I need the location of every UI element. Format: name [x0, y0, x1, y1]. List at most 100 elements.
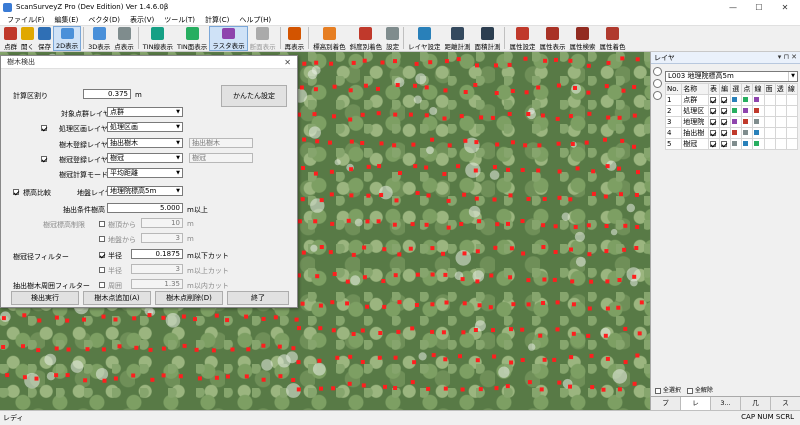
menu-view[interactable]: 表示(V) — [125, 15, 159, 25]
tree-marker[interactable] — [36, 348, 41, 353]
tree-marker[interactable] — [475, 358, 480, 363]
tree-marker[interactable] — [193, 317, 197, 322]
crown-calc-select[interactable]: 平均距離 ▼ — [107, 168, 183, 178]
toolbar-button-6[interactable]: TIN線表示 — [141, 26, 175, 51]
tree-marker[interactable] — [509, 327, 513, 332]
tree-marker[interactable] — [161, 315, 166, 320]
tree-marker[interactable] — [22, 375, 27, 380]
tree-marker[interactable] — [606, 115, 611, 120]
tree-marker[interactable] — [587, 111, 592, 116]
tree-marker[interactable] — [362, 58, 367, 63]
tree-marker[interactable] — [315, 139, 320, 144]
tree-marker[interactable] — [360, 112, 365, 117]
tree-marker[interactable] — [351, 60, 356, 65]
tree-marker[interactable] — [510, 140, 515, 145]
menu-edit[interactable]: 編集(E) — [50, 15, 84, 25]
tree-marker[interactable] — [605, 279, 610, 284]
tree-marker[interactable] — [536, 85, 541, 90]
tree-marker[interactable] — [475, 279, 480, 284]
toolbar-button-19[interactable]: 属性検索 — [567, 26, 597, 51]
layer-flag-cell[interactable] — [763, 127, 776, 139]
layer-flag-checkbox[interactable] — [709, 119, 716, 125]
tree-marker[interactable] — [408, 246, 413, 251]
tree-marker[interactable] — [65, 318, 70, 323]
layer-flag-checkbox[interactable] — [721, 108, 728, 114]
tree-marker[interactable] — [424, 165, 429, 170]
tree-marker[interactable] — [395, 83, 400, 87]
tree-marker[interactable] — [415, 191, 420, 195]
tree-marker[interactable] — [312, 112, 317, 117]
tree-marker[interactable] — [493, 245, 498, 250]
tree-marker[interactable] — [587, 252, 592, 257]
tree-marker[interactable] — [1, 316, 6, 321]
tree-marker[interactable] — [101, 314, 106, 319]
process-area-select[interactable]: 処理区画 ▼ — [107, 122, 183, 132]
tree-marker[interactable] — [479, 115, 484, 120]
tree-marker[interactable] — [345, 301, 350, 306]
toolbar-button-12[interactable]: 斜度別着色 — [348, 26, 385, 51]
close-button[interactable]: ✕ — [772, 0, 798, 14]
tab-4[interactable]: 几 — [741, 397, 771, 410]
tree-marker[interactable] — [294, 317, 299, 322]
tree-marker[interactable] — [575, 166, 580, 171]
tree-marker[interactable] — [319, 198, 324, 203]
tree-marker[interactable] — [161, 373, 166, 378]
tree-marker[interactable] — [584, 140, 589, 145]
tree-marker[interactable] — [526, 278, 531, 283]
tree-marker[interactable] — [552, 357, 557, 362]
tree-marker[interactable] — [459, 114, 464, 119]
tree-marker[interactable] — [211, 348, 216, 353]
layer-flag-cell[interactable] — [707, 94, 721, 106]
tree-marker[interactable] — [383, 384, 387, 389]
tree-marker[interactable] — [424, 85, 429, 90]
tree-marker[interactable] — [446, 225, 451, 230]
tree-marker[interactable] — [488, 305, 493, 310]
tree-marker[interactable] — [297, 219, 302, 224]
toolbar-button-4[interactable]: 3D表示 — [86, 26, 112, 51]
tree-marker[interactable] — [589, 279, 594, 284]
tree-marker[interactable] — [101, 347, 106, 352]
tree-marker[interactable] — [411, 142, 416, 147]
tree-marker[interactable] — [623, 223, 628, 228]
tree-marker[interactable] — [393, 112, 398, 117]
tree-marker[interactable] — [261, 377, 266, 382]
tree-marker[interactable] — [349, 193, 354, 198]
tree-marker[interactable] — [299, 85, 304, 90]
tree-marker[interactable] — [617, 387, 622, 392]
layer-flag-cell[interactable] — [774, 138, 787, 150]
tree-marker[interactable] — [639, 300, 644, 305]
layer-flag-cell[interactable] — [763, 105, 776, 117]
crown-reg-checkbox[interactable] — [41, 156, 47, 162]
tree-marker[interactable] — [506, 167, 510, 172]
tree-marker[interactable] — [377, 164, 382, 169]
tree-marker[interactable] — [495, 222, 500, 227]
tree-marker[interactable] — [318, 326, 323, 331]
layer-flag-cell[interactable] — [741, 116, 754, 128]
tree-marker[interactable] — [102, 378, 107, 383]
tree-marker[interactable] — [474, 196, 479, 201]
tree-marker[interactable] — [490, 115, 495, 120]
tree-marker[interactable] — [570, 142, 575, 146]
tree-marker[interactable] — [5, 373, 10, 378]
tree-marker[interactable] — [345, 279, 350, 284]
tree-marker[interactable] — [442, 172, 447, 176]
tree-marker[interactable] — [461, 330, 466, 335]
tree-marker[interactable] — [447, 143, 452, 148]
tree-marker[interactable] — [568, 384, 572, 389]
tree-marker[interactable] — [330, 300, 335, 305]
tree-marker[interactable] — [444, 59, 449, 64]
tree-marker[interactable] — [332, 84, 337, 89]
tree-marker[interactable] — [360, 141, 365, 145]
layer-flag-checkbox[interactable] — [721, 97, 728, 103]
tree-marker[interactable] — [605, 356, 610, 361]
layer-flag-cell[interactable] — [785, 94, 799, 106]
tree-marker[interactable] — [300, 301, 305, 306]
tree-marker[interactable] — [346, 218, 351, 223]
layer-flag-cell[interactable] — [730, 138, 743, 150]
layer-flag-checkbox[interactable] — [721, 130, 728, 136]
tree-marker[interactable] — [319, 386, 323, 391]
tree-marker[interactable] — [431, 353, 436, 358]
tree-marker[interactable] — [441, 251, 445, 256]
tree-marker[interactable] — [473, 328, 478, 332]
tree-marker[interactable] — [568, 197, 573, 202]
